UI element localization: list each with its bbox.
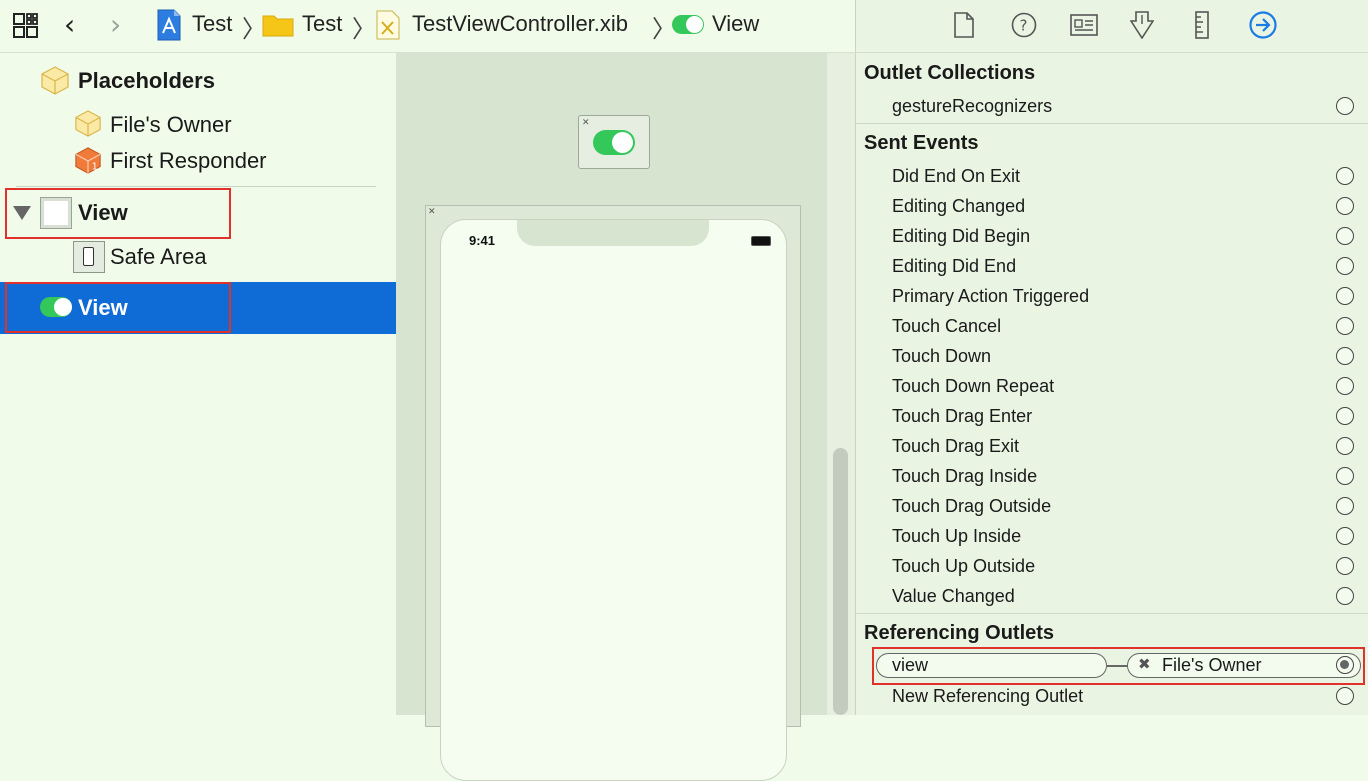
breadcrumb-xib[interactable]: TestViewController.xib xyxy=(412,11,628,37)
outlet-collections-title: Outlet Collections xyxy=(864,62,1036,84)
connection-circle-icon[interactable] xyxy=(1336,557,1354,575)
switch-object[interactable]: ✕ xyxy=(578,115,650,169)
placeholder-cube-icon xyxy=(41,66,69,95)
connection-circle-icon[interactable] xyxy=(1336,97,1354,115)
event-label: Value Changed xyxy=(892,586,1015,606)
section-divider xyxy=(856,123,1368,124)
event-label: Touch Cancel xyxy=(892,316,1002,336)
xib-file-icon xyxy=(376,10,400,40)
connection-circle-icon[interactable] xyxy=(1336,497,1354,515)
identity-inspector-icon[interactable] xyxy=(1070,14,1098,36)
connection-circle-icon[interactable] xyxy=(1336,197,1354,215)
connection-circle-icon[interactable] xyxy=(1336,227,1354,245)
highlight-box-outlet xyxy=(872,647,1365,685)
outline-safe-area[interactable]: Safe Area xyxy=(110,244,207,270)
outline-placeholders-label[interactable]: Placeholders xyxy=(78,68,215,94)
related-items-grid-icon[interactable] xyxy=(12,12,40,40)
event-label: Touch Up Outside xyxy=(892,556,1036,576)
inspector-tab-bar: ? xyxy=(855,0,1368,53)
event-label: Editing Did Begin xyxy=(892,226,1031,246)
new-referencing-outlet-label: New Referencing Outlet xyxy=(892,686,1084,706)
connection-circle-icon[interactable] xyxy=(1336,467,1354,485)
event-label: Touch Drag Exit xyxy=(892,436,1020,456)
file-inspector-icon[interactable] xyxy=(954,12,974,38)
quick-help-icon[interactable]: ? xyxy=(1011,12,1037,38)
first-responder-cube-icon: 1 xyxy=(75,147,101,174)
event-label: Touch Drag Enter xyxy=(892,406,1033,426)
event-label: Touch Down xyxy=(892,346,992,366)
connection-circle-icon[interactable] xyxy=(1336,317,1354,335)
connection-circle-icon[interactable] xyxy=(1336,167,1354,185)
breadcrumb-folder[interactable]: Test xyxy=(302,11,342,37)
referencing-outlets-title: Referencing Outlets xyxy=(864,622,1055,644)
event-label: Touch Up Inside xyxy=(892,526,1022,546)
back-chevron-icon[interactable]: ‹ xyxy=(64,8,75,41)
project-file-icon xyxy=(157,9,181,41)
highlight-box-switch-view xyxy=(5,282,231,333)
outline-files-owner[interactable]: File's Owner xyxy=(110,112,232,138)
connection-circle-icon[interactable] xyxy=(1336,587,1354,605)
canvas-scrollbar-thumb[interactable] xyxy=(833,448,848,715)
event-label: Touch Drag Inside xyxy=(892,466,1038,486)
outline-divider xyxy=(16,186,376,187)
connection-circle-icon[interactable] xyxy=(1336,377,1354,395)
status-time: 9:41 xyxy=(469,233,496,248)
outline-first-responder[interactable]: First Responder xyxy=(110,148,267,174)
event-label: Touch Down Repeat xyxy=(892,376,1055,396)
breadcrumb-separator-icon: 〉 xyxy=(352,15,376,43)
connection-circle-icon[interactable] xyxy=(1336,527,1354,545)
svg-text:1: 1 xyxy=(92,161,98,172)
jump-bar: ‹ › Test 〉 Test 〉 TestViewController.xib… xyxy=(0,0,855,53)
connection-circle-icon[interactable] xyxy=(1336,407,1354,425)
connection-circle-icon[interactable] xyxy=(1336,257,1354,275)
battery-icon xyxy=(751,236,771,246)
sent-events-title: Sent Events xyxy=(864,132,979,154)
connection-circle-icon[interactable] xyxy=(1336,437,1354,455)
connection-circle-icon[interactable] xyxy=(1336,687,1354,705)
outlet-gesture-recognizers: gestureRecognizers xyxy=(892,96,1053,116)
device-screen[interactable]: 9:41 xyxy=(440,219,787,781)
highlight-box-view xyxy=(5,188,231,239)
event-label: Editing Did End xyxy=(892,256,1017,276)
close-icon[interactable]: ✕ xyxy=(428,206,436,217)
folder-icon xyxy=(262,15,294,37)
device-notch xyxy=(517,220,709,246)
breadcrumb-view[interactable]: View xyxy=(712,11,759,37)
safe-area-icon xyxy=(73,241,105,273)
event-label: Primary Action Triggered xyxy=(892,286,1090,306)
event-label: Editing Changed xyxy=(892,196,1026,216)
connections-inspector-icon[interactable] xyxy=(1249,11,1277,39)
document-outline: Placeholders File's Owner 1 First Respon… xyxy=(0,53,397,715)
event-label: Touch Drag Outside xyxy=(892,496,1052,516)
forward-chevron-icon[interactable]: › xyxy=(110,8,121,41)
size-inspector-icon[interactable] xyxy=(1195,11,1209,39)
connection-circle-icon[interactable] xyxy=(1336,347,1354,365)
attributes-inspector-icon[interactable] xyxy=(1130,11,1154,39)
interface-builder-canvas[interactable]: ✕ ✕ 9:41 xyxy=(397,53,827,781)
files-owner-cube-icon xyxy=(75,110,101,137)
breadcrumb-project[interactable]: Test xyxy=(192,11,232,37)
section-divider xyxy=(856,613,1368,614)
event-label: Did End On Exit xyxy=(892,166,1021,186)
close-icon[interactable]: ✕ xyxy=(582,117,590,128)
switch-icon xyxy=(672,15,704,34)
svg-text:?: ? xyxy=(1020,17,1028,35)
connection-circle-icon[interactable] xyxy=(1336,287,1354,305)
